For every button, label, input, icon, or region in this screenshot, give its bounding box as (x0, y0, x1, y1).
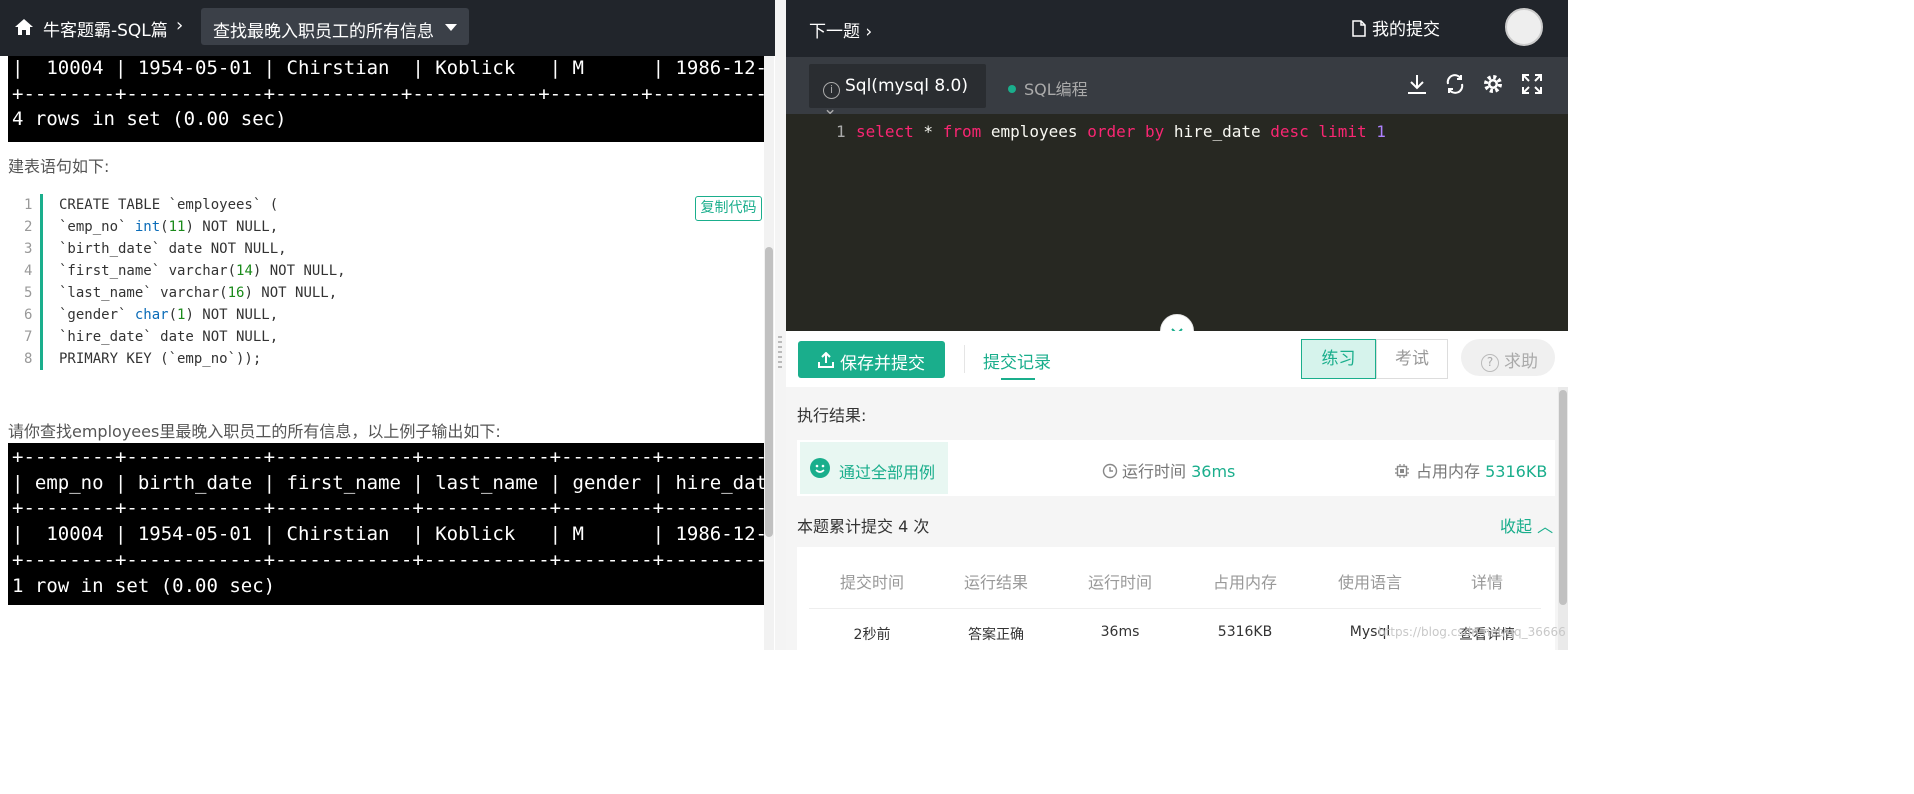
total-submissions-text: 本题累计提交 4 次 (797, 517, 930, 536)
terminal-line: +--------+------------+------------+----… (12, 446, 764, 468)
table-divider (809, 608, 1541, 609)
gear-icon[interactable] (1482, 73, 1504, 95)
table-header: 详情 (1470, 573, 1503, 592)
drag-handle-icon[interactable] (778, 336, 782, 368)
pass-status-text: 通过全部用例 (839, 463, 936, 482)
upload-icon (818, 352, 834, 368)
right-top-bar: 下一题 › 我的提交 (786, 0, 1568, 57)
table-cell: 2秒前 (853, 627, 891, 643)
editor-code-text[interactable]: select * from employees order by hire_da… (856, 122, 1386, 141)
runtime-info: 运行时间 36ms (1102, 458, 1235, 482)
status-dot (1008, 85, 1016, 93)
panel-resize-handle[interactable] (775, 0, 786, 650)
terminal-line: 1 row in set (0.00 sec) (12, 574, 276, 597)
action-bar: 保存并提交 提交记录 练习 考试 ? 求助 (786, 331, 1568, 387)
terminal-output-sample: | 10004 | 1954-05-01 | Chirstian | Kobli… (8, 56, 764, 142)
exec-result-title: 执行结果: (797, 406, 867, 425)
terminal-line: | emp_no | birth_date | first_name | las… (12, 471, 764, 494)
mode-tag: SQL编程 (1008, 76, 1088, 100)
code-accent-bar (40, 194, 43, 370)
table-header: 占用内存 (1212, 573, 1277, 592)
divider (964, 345, 965, 373)
terminal-line: +--------+------------+------------+----… (12, 497, 764, 520)
info-icon: i (823, 82, 840, 99)
avatar[interactable] (1505, 8, 1543, 46)
language-select[interactable]: i Sql(mysql 8.0) ⌄ (809, 64, 986, 119)
watermark-text: https://blog.csdn.net/qq_36666 (1378, 625, 1566, 639)
exam-toggle[interactable]: 考试 (1376, 339, 1448, 379)
terminal-line: +--------+------------+------------+----… (12, 548, 764, 571)
table-cell: 36ms (1100, 624, 1140, 640)
reset-icon[interactable] (1444, 73, 1466, 95)
problem-panel: | 10004 | 1954-05-01 | Chirstian | Kobli… (0, 0, 775, 650)
tab-active-underline (1001, 378, 1035, 380)
copy-code-button[interactable]: 复制代码 (695, 196, 762, 221)
download-icon[interactable] (1406, 73, 1428, 95)
practice-toggle[interactable]: 练习 (1301, 339, 1376, 379)
document-icon (1352, 20, 1366, 37)
result-area: 执行结果: 通过全部用例 运行时间 36ms 占用内存 5316KB 本题累计提… (786, 387, 1568, 650)
save-submit-button[interactable]: 保存并提交 (798, 341, 945, 378)
memory-info: 占用内存 5316KB (1394, 458, 1547, 482)
fullscreen-icon[interactable] (1521, 73, 1543, 95)
question-circle-icon: ? (1481, 354, 1499, 372)
table-header: 运行结果 (963, 573, 1028, 592)
table-cell: 答案正确 (968, 627, 1024, 643)
table-header: 运行时间 (1087, 573, 1152, 592)
create-table-code-block: 12345678 CREATE TABLE `employees` ( `emp… (8, 192, 765, 372)
my-submissions-link[interactable]: 我的提交 (1352, 15, 1440, 40)
terminal-line: | 10004 | 1954-05-01 | Chirstian | Kobli… (12, 523, 764, 546)
memory-value: 5316KB (1485, 462, 1548, 481)
table-header: 提交时间 (839, 573, 904, 592)
table-cell: 5316KB (1217, 624, 1273, 640)
editor-panel: 下一题 › 我的提交 i Sql(mysql 8.0) ⌄ SQL编程 1 sel… (786, 0, 1568, 650)
question-select-label: 查找最晚入职员工的所有信息 (213, 22, 434, 42)
caret-down-icon (445, 24, 457, 31)
runtime-value: 36ms (1191, 462, 1236, 481)
right-scrollbar-thumb[interactable] (1559, 390, 1567, 605)
home-icon[interactable] (14, 18, 34, 36)
terminal-output-expected: +--------+------------+------------+----… (8, 443, 764, 605)
pass-status-box: 通过全部用例 (800, 442, 948, 494)
help-button[interactable]: ? 求助 (1461, 339, 1555, 376)
chevron-up-icon: ︿ (1537, 517, 1554, 536)
smile-icon (810, 458, 830, 478)
collapse-link[interactable]: 收起 ︿ (1500, 513, 1553, 537)
clock-icon (1102, 463, 1118, 479)
terminal-line: +--------+------------+-----------+-----… (12, 82, 764, 105)
terminal-line: | 10004 | 1954-05-01 | Chirstian | Kobli… (12, 57, 764, 79)
breadcrumb[interactable]: 牛客题霸-SQL篇 (43, 16, 168, 41)
left-scrollbar-thumb[interactable] (765, 247, 773, 537)
code-line-numbers: 12345678 (24, 197, 33, 367)
chip-icon (1395, 464, 1409, 478)
question-select[interactable]: 查找最晚入职员工的所有信息 (201, 8, 469, 45)
intro-table-text: 建表语句如下: (8, 157, 110, 176)
terminal-line: 4 rows in set (0.00 sec) (12, 108, 287, 131)
chevron-right-icon: › (176, 15, 184, 36)
editor-line-number: 1 (836, 122, 846, 141)
intro-query-text: 请你查找employees里最晚入职员工的所有信息，以上例子输出如下: (8, 422, 501, 441)
tab-submit-records[interactable]: 提交记录 (983, 348, 1051, 373)
table-header: 使用语言 (1337, 573, 1402, 592)
left-top-bar: 牛客题霸-SQL篇 › 查找最晚入职员工的所有信息 (0, 0, 785, 56)
result-card: 通过全部用例 运行时间 36ms 占用内存 5316KB (797, 440, 1555, 496)
next-question-link[interactable]: 下一题 › (809, 17, 872, 42)
code-text: CREATE TABLE `employees` ( `emp_no` int(… (59, 197, 346, 367)
code-editor[interactable]: 1 select * from employees order by hire_… (786, 114, 1568, 331)
